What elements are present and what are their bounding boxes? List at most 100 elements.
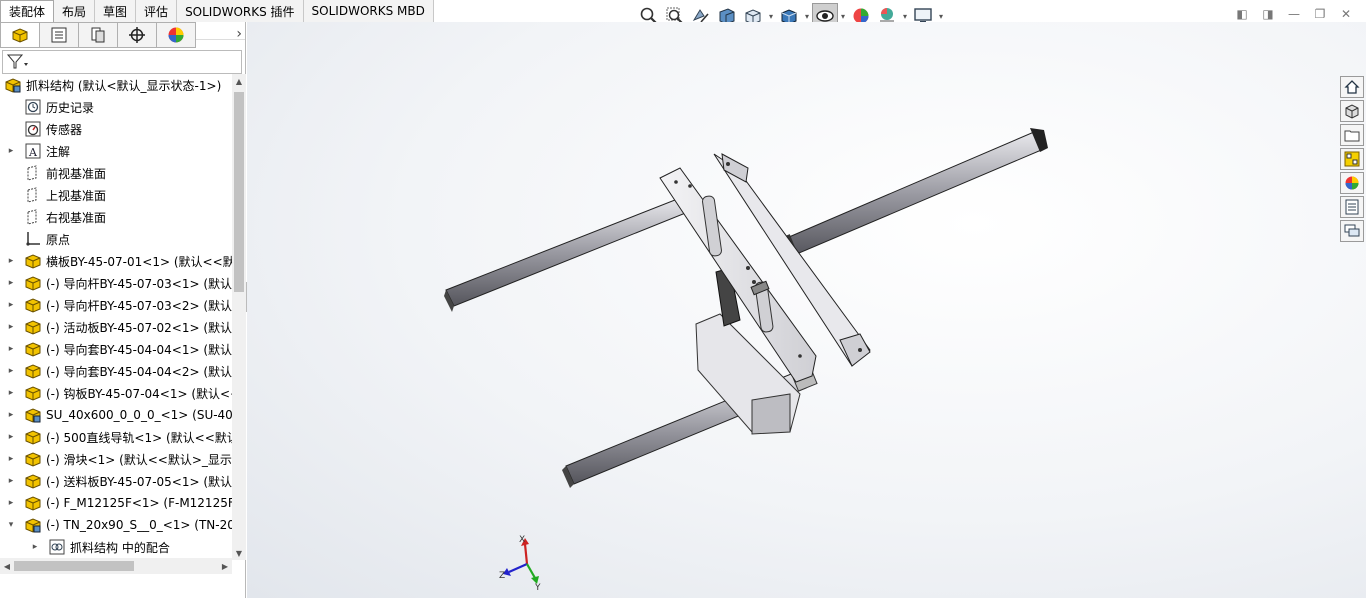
chevron-right-icon[interactable]: ▸ xyxy=(30,542,40,552)
tree-item[interactable]: ▸ 横板BY-45-07-01<1> (默认<<默认 xyxy=(0,250,232,272)
graphics-area[interactable]: X Y Z xyxy=(247,22,1366,598)
tab-2[interactable]: 草图 xyxy=(95,0,137,22)
restore-right-icon[interactable]: ◨ xyxy=(1258,4,1278,24)
close-icon[interactable]: ✕ xyxy=(1336,4,1356,24)
tree-item[interactable]: 传感器 xyxy=(0,118,232,140)
tree-item-label: (-) 送料板BY-45-07-05<1> (默认 xyxy=(46,474,232,489)
tree-item[interactable]: ▸ 抓料结构 中的配合 xyxy=(0,536,232,558)
tree-item[interactable]: ▸ (-) 送料板BY-45-07-05<1> (默认 xyxy=(0,470,232,492)
linear-rail-long[interactable] xyxy=(776,128,1048,258)
tree-item-label: 注解 xyxy=(46,144,71,159)
forum-icon[interactable] xyxy=(1340,220,1364,242)
triad-z-label: Z xyxy=(499,571,505,581)
scroll-thumb[interactable] xyxy=(234,92,244,292)
scroll-left-icon[interactable]: ◀ xyxy=(0,559,14,573)
tree-item[interactable]: ▸ (-) 钩板BY-45-07-04<1> (默认<< xyxy=(0,382,232,404)
tree-filter[interactable] xyxy=(2,50,242,74)
assembly-icon xyxy=(24,406,42,424)
plane-icon xyxy=(24,208,42,226)
restore-left-icon[interactable]: ◧ xyxy=(1232,4,1252,24)
chevron-right-icon[interactable]: ▸ xyxy=(6,300,16,310)
tree-root-label: 抓料结构 (默认<默认_显示状态-1>) xyxy=(26,78,222,93)
tree-item[interactable]: ▸ (-) 导向套BY-45-04-04<2> (默认 xyxy=(0,360,232,382)
tree-vertical-scrollbar[interactable]: ▲ ▼ xyxy=(232,74,246,560)
part-icon xyxy=(24,362,42,380)
home-icon[interactable] xyxy=(1340,76,1364,98)
tree-item-label: 上视基准面 xyxy=(46,188,107,203)
chevron-down-icon[interactable]: ▾ xyxy=(6,520,16,530)
tree-item-label: (-) 导向杆BY-45-07-03<2> (默认 xyxy=(46,298,232,313)
history-icon xyxy=(24,98,42,116)
tab-1[interactable]: 布局 xyxy=(54,0,96,22)
tree-item[interactable]: ▸ (-) 导向套BY-45-04-04<1> (默认 xyxy=(0,338,232,360)
minimize-icon[interactable]: — xyxy=(1284,4,1304,24)
chevron-right-icon[interactable]: ▸ xyxy=(6,344,16,354)
part-icon xyxy=(24,494,42,512)
view-palette-icon[interactable] xyxy=(1340,148,1364,170)
chevron-right-icon[interactable]: ▸ xyxy=(6,476,16,486)
chevron-right-icon[interactable]: ▸ xyxy=(6,388,16,398)
tree-item[interactable]: 前视基准面 xyxy=(0,162,232,184)
property-manager-icon[interactable] xyxy=(39,22,79,48)
tree-root[interactable]: 抓料结构 (默认<默认_显示状态-1>) xyxy=(0,74,232,96)
tree-item[interactable]: 历史记录 xyxy=(0,96,232,118)
tree-item-label: (-) 导向杆BY-45-07-03<1> (默认 xyxy=(46,276,232,291)
triad-x-label: X xyxy=(519,535,525,545)
assembly-icon xyxy=(4,76,22,94)
assembly-model[interactable] xyxy=(247,22,1366,598)
mates-icon xyxy=(48,538,66,556)
scroll-down-icon[interactable]: ▼ xyxy=(232,546,246,560)
scroll-up-icon[interactable]: ▲ xyxy=(232,74,246,88)
tree-horizontal-scrollbar[interactable]: ◀ ▶ xyxy=(0,558,232,574)
tree-item[interactable]: ▸ (-) 500直线导轨<1> (默认<<默认 xyxy=(0,426,232,448)
tree-item-label: (-) 滑块<1> (默认<<默认>_显示 xyxy=(46,452,232,467)
file-explorer-icon[interactable] xyxy=(1340,124,1364,146)
chevron-right-icon[interactable]: ▸ xyxy=(6,498,16,508)
view-triad: X Y Z xyxy=(499,534,549,594)
dimxpert-manager-icon[interactable] xyxy=(117,22,157,48)
tree-item[interactable]: ▸ A 注解 xyxy=(0,140,232,162)
scroll-thumb[interactable] xyxy=(14,561,134,571)
scroll-right-icon[interactable]: ▶ xyxy=(218,559,232,573)
tab-4[interactable]: SOLIDWORKS 插件 xyxy=(177,0,304,22)
appearances-icon[interactable] xyxy=(1340,172,1364,194)
tree-item[interactable]: ▾ (-) TN_20x90_S__0_<1> (TN-20x xyxy=(0,514,232,536)
chevron-right-icon[interactable]: ▸ xyxy=(6,256,16,266)
custom-properties-icon[interactable] xyxy=(1340,196,1364,218)
part-icon xyxy=(24,428,42,446)
tree-item[interactable]: 原点 xyxy=(0,228,232,250)
plane-icon xyxy=(24,186,42,204)
chevron-right-icon[interactable]: ▸ xyxy=(6,432,16,442)
filter-icon[interactable] xyxy=(6,53,30,71)
window-controls: ◧ ◨ — ❐ ✕ xyxy=(1232,4,1356,24)
tree-item[interactable]: ▸ (-) 导向杆BY-45-07-03<2> (默认 xyxy=(0,294,232,316)
tree-item-label: 传感器 xyxy=(46,122,83,137)
tab-3[interactable]: 评估 xyxy=(136,0,178,22)
tree-item[interactable]: ▸ (-) 滑块<1> (默认<<默认>_显示 xyxy=(0,448,232,470)
chevron-right-icon[interactable]: ▸ xyxy=(6,322,16,332)
display-manager-icon[interactable] xyxy=(156,22,196,48)
chevron-right-icon[interactable]: ▸ xyxy=(6,410,16,420)
chevron-right-icon[interactable]: › xyxy=(236,26,242,42)
part-icon xyxy=(24,318,42,336)
chevron-right-icon[interactable]: ▸ xyxy=(6,366,16,376)
tree-item[interactable]: ▸ (-) 导向杆BY-45-07-03<1> (默认 xyxy=(0,272,232,294)
tree-item[interactable]: ▸ (-) 活动板BY-45-07-02<1> (默认 xyxy=(0,316,232,338)
tree-item[interactable]: ▸ (-) F_M12125F<1> (F-M12125F- xyxy=(0,492,232,514)
chevron-right-icon[interactable]: ▸ xyxy=(6,146,16,156)
tab-0[interactable]: 装配体 xyxy=(0,0,55,22)
tree-item-label: 横板BY-45-07-01<1> (默认<<默认 xyxy=(46,254,232,269)
linear-rail-upper[interactable] xyxy=(444,197,689,312)
feature-manager-icon[interactable] xyxy=(0,22,40,48)
tree-item[interactable]: 上视基准面 xyxy=(0,184,232,206)
design-library-icon[interactable] xyxy=(1340,100,1364,122)
tab-5[interactable]: SOLIDWORKS MBD xyxy=(303,0,434,22)
chevron-right-icon[interactable]: ▸ xyxy=(6,454,16,464)
chevron-right-icon[interactable]: ▸ xyxy=(6,278,16,288)
configuration-manager-icon[interactable] xyxy=(78,22,118,48)
tree-item-label: (-) 活动板BY-45-07-02<1> (默认 xyxy=(46,320,232,335)
tree-item[interactable]: ▸ SU_40x600_0_0_0_<1> (SU-40x6 xyxy=(0,404,232,426)
maximize-icon[interactable]: ❐ xyxy=(1310,4,1330,24)
feature-tree: 抓料结构 (默认<默认_显示状态-1>) 历史记录传感器 ▸ A 注解 前视基准面上视基… xyxy=(0,74,232,558)
tree-item[interactable]: 右视基准面 xyxy=(0,206,232,228)
